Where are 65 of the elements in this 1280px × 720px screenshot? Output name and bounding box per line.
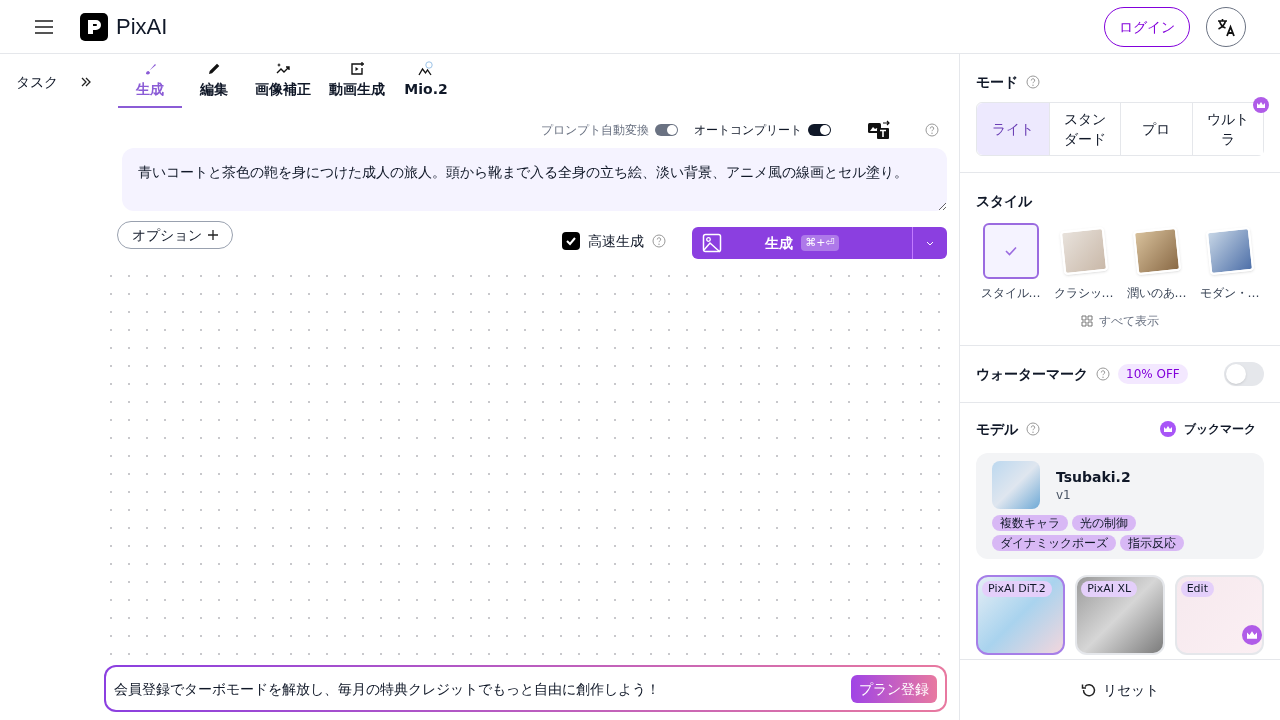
style-label: クラシッ…	[1053, 285, 1114, 301]
crown-icon	[1160, 421, 1176, 437]
prompt-field[interactable]: 青いコートと茶色の鞄を身につけた成人の旅人。頭から靴まで入る全身の立ち絵、淡い背景、アニメ風の線画とセル塗り。	[122, 148, 947, 211]
mode-option[interactable]: ライト	[977, 103, 1049, 155]
mode-option[interactable]: ウルトラ	[1191, 103, 1263, 155]
watermark-label: ウォーターマーク	[976, 365, 1088, 384]
photo-placeholder	[1132, 226, 1181, 276]
tab[interactable]: 編集	[182, 54, 246, 108]
sidebar-label: タスク	[16, 73, 58, 92]
tab[interactable]: 動画生成	[320, 54, 394, 108]
tab[interactable]: 画像補正	[246, 54, 320, 108]
video-icon	[349, 61, 365, 77]
style-label: モダン・…	[1199, 285, 1260, 301]
discount-badge: 10% OFF	[1118, 364, 1188, 384]
help-icon[interactable]	[1026, 422, 1040, 436]
fast-generation-checkbox[interactable]	[562, 232, 580, 250]
plus-icon	[208, 230, 218, 240]
check-icon	[1003, 244, 1018, 258]
check-icon	[565, 235, 577, 247]
model-tag: 光の制御	[1072, 515, 1136, 531]
model-card[interactable]: Tsubaki.2 v1 複数キャラ 光の制御 ダイナミックポーズ 指示反応	[976, 453, 1264, 559]
section-title: モード	[976, 73, 1018, 92]
image-to-text-icon[interactable]	[867, 120, 891, 140]
help-icon[interactable]	[1026, 75, 1040, 89]
style-label: 潤いのあ…	[1126, 285, 1187, 301]
shortcut-badge: ⌘+⏎	[801, 235, 839, 251]
fast-generation-label: 高速生成	[588, 232, 644, 251]
tab[interactable]: Mio.2	[394, 54, 458, 108]
tab[interactable]: 生成	[118, 54, 182, 108]
photo-placeholder	[1059, 226, 1108, 276]
watermark-toggle[interactable]	[1224, 362, 1264, 386]
photo-placeholder	[992, 461, 1040, 509]
model-thumbnail[interactable]: Edit	[1174, 575, 1264, 655]
photo-placeholder	[1205, 226, 1254, 276]
logo-icon	[80, 12, 108, 41]
model-tag: 複数キャラ	[992, 515, 1068, 531]
model-thumbnail[interactable]: PixAI XL	[1075, 575, 1165, 655]
translate-icon	[1216, 16, 1236, 37]
model-tag: ダイナミックポーズ	[992, 535, 1116, 551]
grid-icon	[1081, 315, 1093, 327]
pencil-icon	[206, 61, 222, 77]
reset-button[interactable]: リセット	[1081, 680, 1159, 700]
menu-icon[interactable]	[34, 18, 54, 35]
logo-text: PixAI	[116, 13, 168, 41]
toggle-switch[interactable]	[808, 124, 831, 136]
view-all-link[interactable]: すべて表示	[1099, 313, 1159, 329]
section-title: モデル	[976, 420, 1018, 439]
plan-button[interactable]: プラン登録	[851, 674, 937, 703]
style-label: スタイル…	[980, 285, 1041, 301]
bookmark-button[interactable]: ブックマーク	[1184, 421, 1256, 437]
promo-text: 会員登録でターボモードを解放し、毎月の特典クレジットでもっと自由に創作しよう！	[114, 679, 661, 699]
style-thumbnail[interactable]	[982, 223, 1039, 279]
image-icon	[702, 233, 722, 253]
model-name: Tsubaki.2	[1056, 468, 1131, 487]
toggle-label: プロンプト自動変換	[541, 122, 649, 138]
model-version: v1	[1056, 487, 1072, 503]
section-title: スタイル	[976, 193, 1032, 209]
model-tag: 指示反応	[1120, 535, 1184, 551]
help-icon[interactable]	[652, 234, 666, 248]
help-icon[interactable]	[1096, 367, 1110, 381]
expand-icon[interactable]	[80, 76, 92, 88]
help-icon[interactable]	[925, 123, 939, 137]
reset-icon	[1081, 682, 1097, 698]
model-thumbnail[interactable]: PixAI DiT.2	[976, 575, 1066, 655]
toggle-label: オートコンプリート	[694, 122, 802, 138]
